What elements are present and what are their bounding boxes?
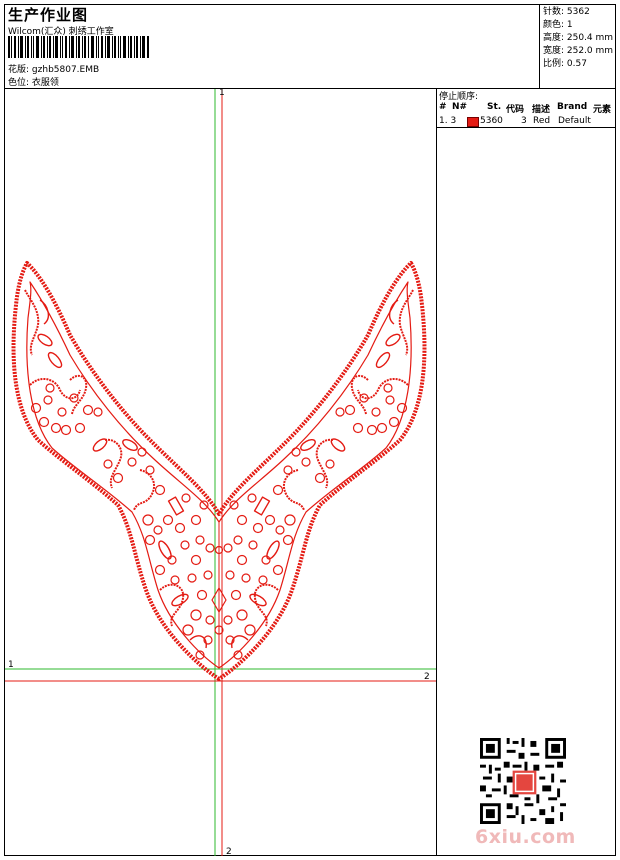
watermark-text: 6xiu.com [475, 826, 576, 848]
qr-code-icon [480, 738, 566, 824]
embroidery-canvas[interactable] [0, 0, 620, 860]
collar-design [11, 261, 427, 681]
left-wing-dots [30, 383, 215, 660]
axis-label-red-right: 2 [424, 672, 430, 682]
axis-label-green-top: 1 [219, 88, 225, 98]
axis-label-green-left: 1 [8, 660, 14, 670]
axis-label-red-bottom: 2 [226, 847, 232, 857]
right-wing-dots [223, 383, 408, 660]
